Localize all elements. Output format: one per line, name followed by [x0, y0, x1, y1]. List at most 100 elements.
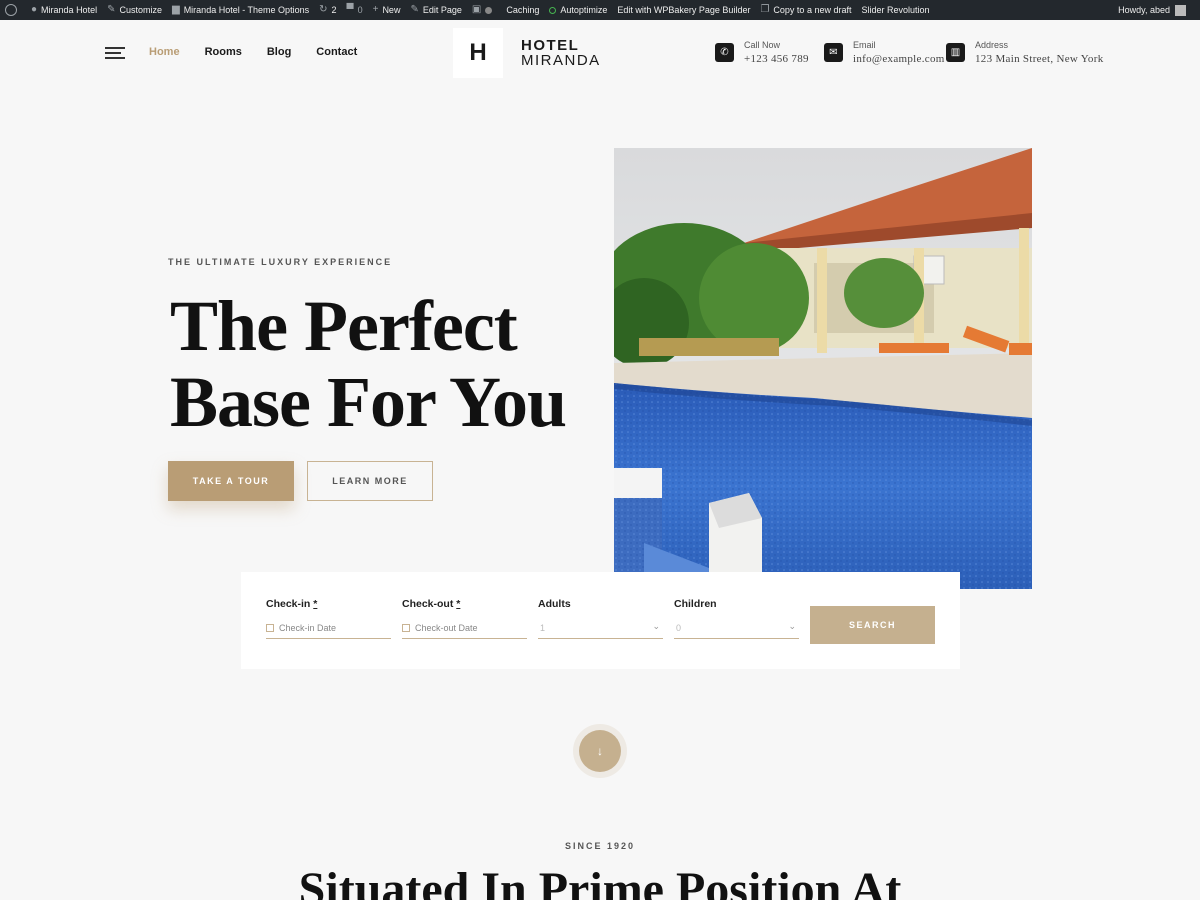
check-in-label: Check-in * [266, 598, 391, 610]
brush-icon: ✎ [107, 4, 116, 15]
phone-icon: ✆ [715, 43, 734, 62]
caching-menu[interactable]: Caching [501, 0, 544, 20]
calendar-icon [266, 624, 274, 632]
learn-more-button[interactable]: LEARN MORE [307, 461, 433, 501]
children-value: 0 [676, 623, 682, 633]
nav-item-blog[interactable]: Blog [267, 46, 291, 58]
main-nav: Home Rooms Blog Contact [149, 46, 382, 58]
logo-line-1: HOTEL [521, 37, 580, 54]
nav-item-rooms[interactable]: Rooms [205, 46, 242, 58]
wpbakery-menu[interactable]: Edit with WPBakery Page Builder [612, 0, 755, 20]
check-out-label: Check-out * [402, 598, 527, 610]
comments-menu[interactable]: ▀ 0 [341, 0, 367, 20]
children-label: Children [674, 598, 717, 610]
check-out-input[interactable]: Check-out Date [402, 618, 527, 639]
contact-address[interactable]: ▥ Address 123 Main Street, New York [946, 40, 1104, 65]
envelope-icon: ✉ [824, 43, 843, 62]
site-name-menu[interactable]: ● Miranda Hotel [26, 0, 102, 20]
adults-value: 1 [540, 623, 546, 633]
autoptimize-menu[interactable]: Autoptimize [544, 0, 612, 20]
pencil-icon: ✎ [410, 4, 419, 15]
pool-illustration [614, 148, 1032, 589]
check-out-label-text: Check-out [402, 598, 454, 610]
chevron-down-icon: ⌄ [652, 621, 660, 631]
wp-logo-menu[interactable] [0, 0, 26, 20]
avatar [1175, 4, 1186, 16]
updates-count: 2 [331, 5, 337, 15]
section-eyebrow: SINCE 1920 [564, 841, 636, 851]
comments-count: 0 [357, 5, 363, 15]
plus-icon: + [372, 4, 379, 15]
phone-value: +123 456 789 [744, 53, 809, 65]
updates-menu[interactable]: ↻ 2 [314, 0, 341, 20]
required-mark: * [313, 598, 318, 610]
take-a-tour-button[interactable]: TAKE A TOUR [168, 461, 294, 501]
adults-field: Adults 1 ⌄ [538, 598, 663, 639]
copy-draft-label: Copy to a new draft [773, 5, 852, 15]
address-value: 123 Main Street, New York [975, 53, 1104, 65]
caching-label: Caching [506, 5, 540, 15]
required-mark: * [456, 598, 461, 610]
hero-tagline: THE ULTIMATE LUXURY EXPERIENCE [168, 257, 393, 267]
customize-label: Customize [119, 5, 162, 15]
logo-mark[interactable]: H [453, 28, 503, 78]
hero-pool-image [614, 148, 1032, 589]
phone-label: Call Now [744, 40, 781, 50]
hero-title-line-1: The Perfect [170, 286, 518, 366]
nav-item-home[interactable]: Home [149, 46, 180, 58]
account-menu[interactable]: Howdy, abed [1118, 0, 1200, 20]
check-out-field: Check-out * Check-out Date [402, 598, 527, 639]
wpbakery-label: Edit with WPBakery Page Builder [617, 5, 751, 15]
yoast-icon: ▣ [471, 4, 482, 15]
slider-label: Slider Revolution [861, 5, 930, 15]
check-in-label-text: Check-in [266, 598, 311, 610]
check-out-placeholder: Check-out Date [415, 623, 478, 633]
hamburger-menu-icon[interactable] [105, 47, 125, 59]
wordpress-icon [5, 4, 17, 16]
edit-page-label: Edit Page [422, 5, 462, 15]
copy-icon: ❐ [760, 4, 770, 15]
adults-label: Adults [538, 598, 571, 610]
comment-icon: ▀ [346, 4, 354, 15]
status-circle-icon [549, 6, 557, 14]
refresh-icon: ↻ [319, 4, 328, 15]
copy-draft-menu[interactable]: ❐ Copy to a new draft [755, 0, 856, 20]
arrow-down-icon: ↓ [597, 744, 603, 758]
email-value: info@example.com [853, 53, 945, 65]
calendar-icon [402, 624, 410, 632]
logo-wordmark[interactable]: HOTEL MIRANDA [521, 38, 601, 68]
logo-line-2: MIRANDA [521, 52, 601, 69]
adults-select[interactable]: 1 ⌄ [538, 618, 663, 639]
theme-options-menu[interactable]: ▆ Miranda Hotel - Theme Options [167, 0, 314, 20]
autoptimize-label: Autoptimize [560, 5, 608, 15]
site-name-label: Miranda Hotel [41, 5, 98, 15]
yoast-menu[interactable]: ▣ [467, 0, 501, 20]
edit-page-menu[interactable]: ✎ Edit Page [405, 0, 466, 20]
search-button[interactable]: SEARCH [810, 606, 935, 644]
hero-title-line-2: Base For You [170, 362, 567, 442]
chevron-down-icon: ⌄ [788, 621, 796, 631]
contact-email[interactable]: ✉ Email info@example.com [824, 40, 945, 65]
address-label: Address [975, 40, 1009, 50]
email-label: Email [853, 40, 876, 50]
section-title: Situated In Prime Position At [298, 863, 902, 900]
check-in-input[interactable]: Check-in Date [266, 618, 391, 639]
new-label: New [382, 5, 401, 15]
check-in-placeholder: Check-in Date [279, 623, 337, 633]
map-icon: ▥ [946, 43, 965, 62]
seo-status-dot [485, 6, 493, 14]
theme-options-label: Miranda Hotel - Theme Options [183, 5, 310, 15]
contact-phone[interactable]: ✆ Call Now +123 456 789 [715, 40, 809, 65]
folder-icon: ▆ [171, 4, 180, 15]
children-select[interactable]: 0 ⌄ [674, 618, 799, 639]
nav-item-contact[interactable]: Contact [316, 46, 357, 58]
customize-menu[interactable]: ✎ Customize [102, 0, 167, 20]
howdy-label: Howdy, abed [1118, 5, 1170, 15]
children-field: Children 0 ⌄ [674, 598, 799, 639]
hero-title: The Perfect Base For You [170, 286, 567, 442]
scroll-down-button[interactable]: ↓ [579, 730, 621, 772]
check-in-field: Check-in * Check-in Date [266, 598, 391, 639]
booking-form: Check-in * Check-in Date Check-out * Che… [241, 572, 960, 669]
new-content-menu[interactable]: + New [368, 0, 406, 20]
slider-revolution-menu[interactable]: Slider Revolution [856, 0, 934, 20]
